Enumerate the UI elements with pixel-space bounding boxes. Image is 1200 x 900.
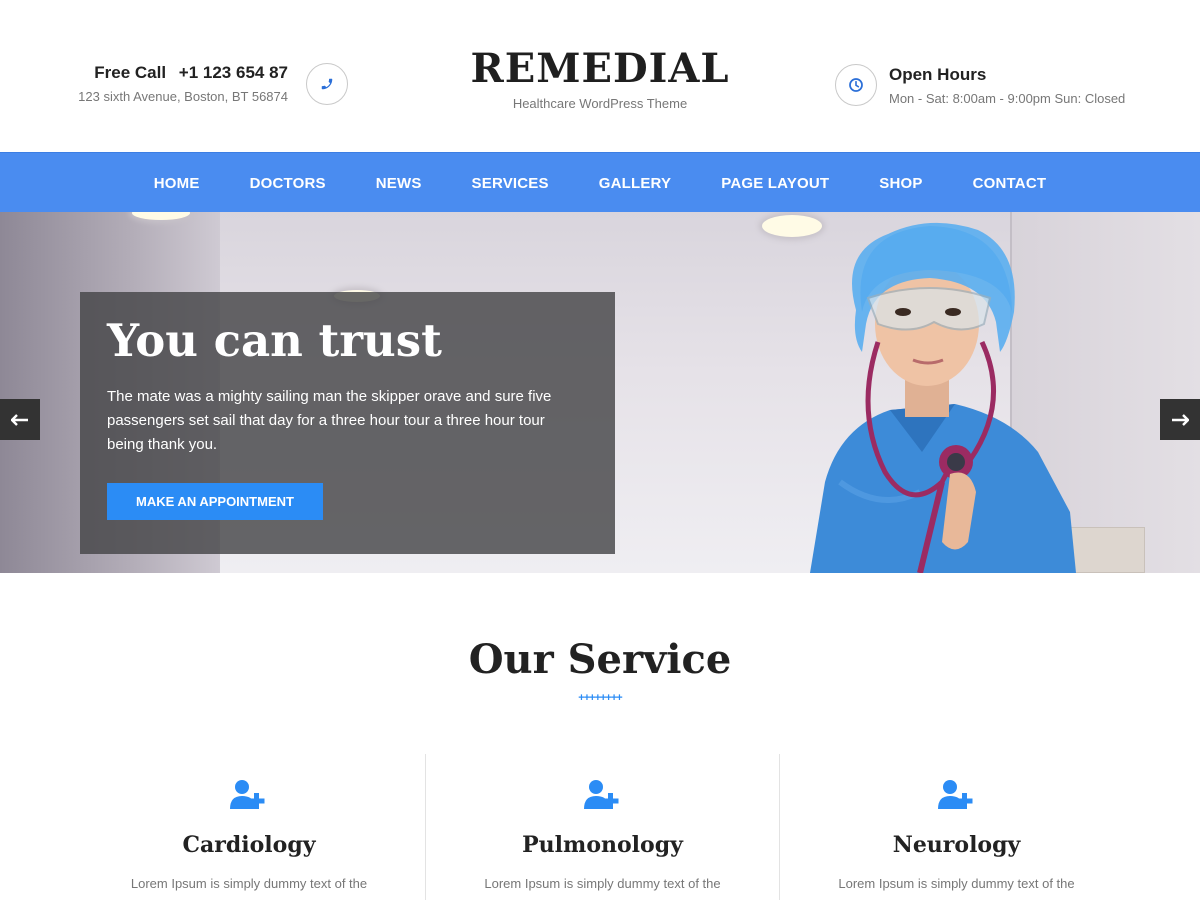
service-card-cardiology[interactable]: Cardiology Lorem Ipsum is simply dummy t… [72,754,426,900]
slider-next-button[interactable] [1160,399,1200,440]
open-hours-title: Open Hours [889,65,987,84]
service-card-pulmonology[interactable]: Pulmonology Lorem Ipsum is simply dummy … [425,754,779,900]
nav-item-services[interactable]: SERVICES [472,175,549,192]
hero-caption-box: You can trust The mate was a mighty sail… [80,292,615,554]
service-name: Pulmonology [522,832,683,858]
slider-prev-button[interactable] [0,399,40,440]
service-description: Lorem Ipsum is simply dummy text of the [130,876,368,891]
section-divider: ++++++++ [578,692,622,704]
service-card-neurology[interactable]: Neurology Lorem Ipsum is simply dummy te… [779,754,1133,900]
service-name: Cardiology [182,832,316,858]
user-plus-icon [937,780,972,809]
nav-item-gallery[interactable]: GALLERY [599,175,672,192]
hero-text: The mate was a mighty sailing man the sk… [107,388,552,453]
nav-item-page-layout[interactable]: PAGE LAYOUT [721,175,829,192]
arrow-right-icon [1172,413,1189,426]
site-header: Free Call +1 123 654 87 123 sixth Avenue… [0,0,1200,152]
appointment-button[interactable]: MAKE AN APPOINTMENT [107,483,323,520]
nav-item-contact[interactable]: CONTACT [973,175,1047,192]
nav-item-doctors[interactable]: DOCTORS [250,175,326,192]
open-hours: Open Hours Mon - Sat: 8:00am - 9:00pm Su… [889,65,1125,106]
service-description: Lorem Ipsum is simply dummy text of the [484,876,721,891]
user-plus-icon [583,780,618,809]
nav-item-shop[interactable]: SHOP [879,175,922,192]
open-hours-text: Mon - Sat: 8:00am - 9:00pm Sun: Closed [889,91,1126,106]
clock-icon [835,64,877,106]
service-name: Neurology [892,832,1021,858]
doctor-image [810,222,1076,573]
arrow-left-icon [11,413,28,426]
service-description: Lorem Ipsum is simply dummy text of the [838,876,1075,891]
main-nav: HOME DOCTORS NEWS SERVICES GALLERY PAGE … [0,152,1200,212]
user-plus-icon [230,780,265,809]
section-title-services: Our Service [468,636,732,683]
hero-slider: You can trust The mate was a mighty sail… [0,212,1200,573]
nav-item-home[interactable]: HOME [154,175,200,192]
nav-item-news[interactable]: NEWS [376,175,422,192]
hero-title: You can trust [107,314,442,367]
